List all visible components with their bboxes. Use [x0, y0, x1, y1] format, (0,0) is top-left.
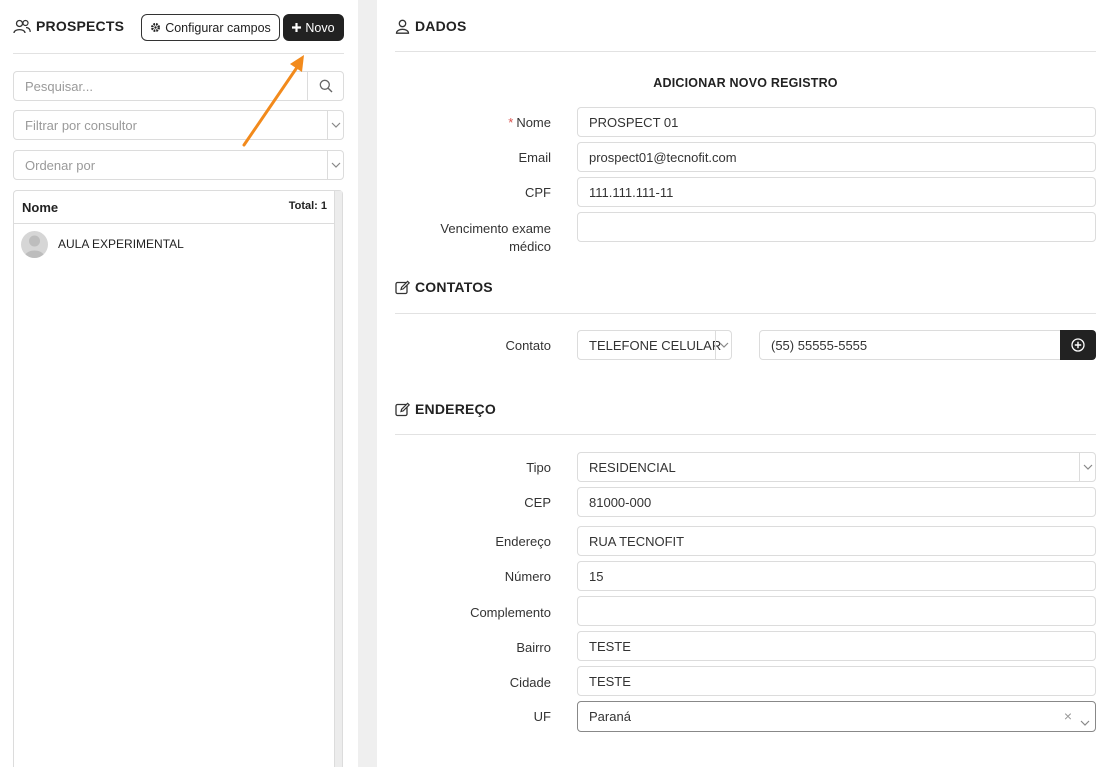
- contatos-header: CONTATOS: [395, 279, 493, 295]
- consultant-filter-placeholder: Filtrar por consultor: [25, 117, 137, 133]
- total-count: Total: 1: [288, 200, 327, 212]
- chevron-down-icon: [1079, 453, 1095, 481]
- list-item[interactable]: AULA EXPERIMENTAL: [14, 229, 334, 259]
- complemento-input[interactable]: [577, 596, 1096, 626]
- cpf-input[interactable]: 111.111.111-11: [577, 177, 1096, 207]
- email-input[interactable]: prospect01@tecnofit.com: [577, 142, 1096, 172]
- contatos-divider: [395, 313, 1096, 314]
- endereco-label: Endereço: [495, 534, 551, 549]
- configure-fields-label: Configurar campos: [165, 20, 271, 35]
- search-placeholder: Pesquisar...: [25, 78, 93, 94]
- cpf-value: 111.111.111-11: [589, 184, 674, 200]
- nome-label: * Nome: [508, 115, 551, 130]
- users-icon: [13, 19, 31, 33]
- dados-title: DADOS: [415, 18, 467, 34]
- nome-value: PROSPECT 01: [589, 114, 679, 130]
- order-by-placeholder: Ordenar por: [25, 157, 96, 173]
- prospects-panel: PROSPECTS Configurar campos Novo Pesquis…: [0, 0, 358, 767]
- edit-icon: [395, 279, 410, 294]
- clear-icon[interactable]: ×: [1064, 708, 1072, 724]
- list-scrollbar[interactable]: [334, 191, 342, 767]
- user-silhouette-icon: [24, 235, 45, 258]
- vencimento-exame-input[interactable]: [577, 212, 1096, 242]
- phone-input[interactable]: (55) 55555-5555: [759, 330, 1061, 360]
- list-item-name: AULA EXPERIMENTAL: [58, 237, 184, 251]
- numero-input[interactable]: 15: [577, 561, 1096, 591]
- endereco-title: ENDEREÇO: [415, 401, 496, 417]
- bairro-input[interactable]: TESTE: [577, 631, 1096, 661]
- search-input[interactable]: Pesquisar...: [13, 71, 344, 101]
- plus-icon: [292, 23, 302, 32]
- new-label: Novo: [305, 20, 335, 35]
- gear-icon: [151, 23, 161, 32]
- cidade-value: TESTE: [589, 673, 631, 689]
- contatos-title: CONTATOS: [415, 279, 493, 295]
- email-label: Email: [518, 150, 551, 165]
- add-contact-button[interactable]: [1060, 330, 1096, 360]
- uf-select[interactable]: Paraná ×: [577, 701, 1096, 732]
- address-type-value: RESIDENCIAL: [589, 459, 676, 475]
- cpf-label: CPF: [525, 185, 551, 200]
- order-by-select[interactable]: Ordenar por: [13, 150, 344, 180]
- numero-label: Número: [504, 569, 551, 584]
- required-asterisk: *: [508, 115, 514, 130]
- numero-value: 15: [589, 568, 604, 584]
- endereco-value: RUA TECNOFIT: [589, 533, 685, 549]
- header-divider: [13, 53, 344, 54]
- uf-label: UF: [533, 709, 551, 724]
- list-header: Nome Total: 1: [14, 191, 334, 224]
- column-name-header[interactable]: Nome: [22, 200, 58, 215]
- bairro-label: Bairro: [516, 640, 551, 655]
- cep-value: 81000-000: [589, 494, 652, 510]
- new-button[interactable]: Novo: [283, 14, 344, 41]
- nome-input[interactable]: PROSPECT 01: [577, 107, 1096, 137]
- plus-circle-icon: [1071, 338, 1085, 352]
- email-value: prospect01@tecnofit.com: [589, 149, 737, 165]
- endereco-input[interactable]: RUA TECNOFIT: [577, 526, 1096, 556]
- address-type-select[interactable]: RESIDENCIAL: [577, 452, 1096, 482]
- form-title: ADICIONAR NOVO REGISTRO: [653, 76, 838, 90]
- cep-input[interactable]: 81000-000: [577, 487, 1096, 517]
- uf-value: Paraná: [589, 709, 631, 724]
- prospects-title: PROSPECTS: [36, 18, 125, 34]
- tipo-label: Tipo: [526, 460, 551, 475]
- cep-label: CEP: [524, 495, 551, 510]
- dados-divider: [395, 51, 1096, 52]
- consultant-filter-select[interactable]: Filtrar por consultor: [13, 110, 344, 140]
- cidade-input[interactable]: TESTE: [577, 666, 1096, 696]
- dados-header: DADOS: [395, 18, 467, 34]
- chevron-down-icon: [327, 151, 343, 179]
- user-icon: [395, 19, 410, 34]
- edit-icon: [395, 401, 410, 416]
- vencimento-label: Vencimento exame médico: [440, 221, 551, 254]
- avatar: [21, 230, 48, 258]
- prospect-list: Nome Total: 1 AULA EXPERIMENTAL: [13, 190, 343, 767]
- search-icon: [319, 79, 332, 93]
- bairro-value: TESTE: [589, 638, 631, 654]
- cidade-label: Cidade: [509, 675, 551, 690]
- configure-fields-button[interactable]: Configurar campos: [141, 14, 280, 41]
- complemento-label: Complemento: [470, 605, 551, 620]
- chevron-down-icon: [715, 331, 731, 359]
- chevron-down-icon: [1080, 714, 1090, 729]
- chevron-down-icon: [327, 111, 343, 139]
- endereco-header: ENDEREÇO: [395, 401, 496, 417]
- contact-type-select[interactable]: TELEFONE CELULAR: [577, 330, 732, 360]
- contato-label: Contato: [505, 338, 551, 353]
- phone-value: (55) 55555-5555: [771, 337, 868, 353]
- endereco-divider: [395, 434, 1096, 435]
- search-button[interactable]: [307, 72, 343, 100]
- prospects-header: PROSPECTS: [13, 18, 124, 34]
- contact-type-value: TELEFONE CELULAR: [589, 337, 722, 353]
